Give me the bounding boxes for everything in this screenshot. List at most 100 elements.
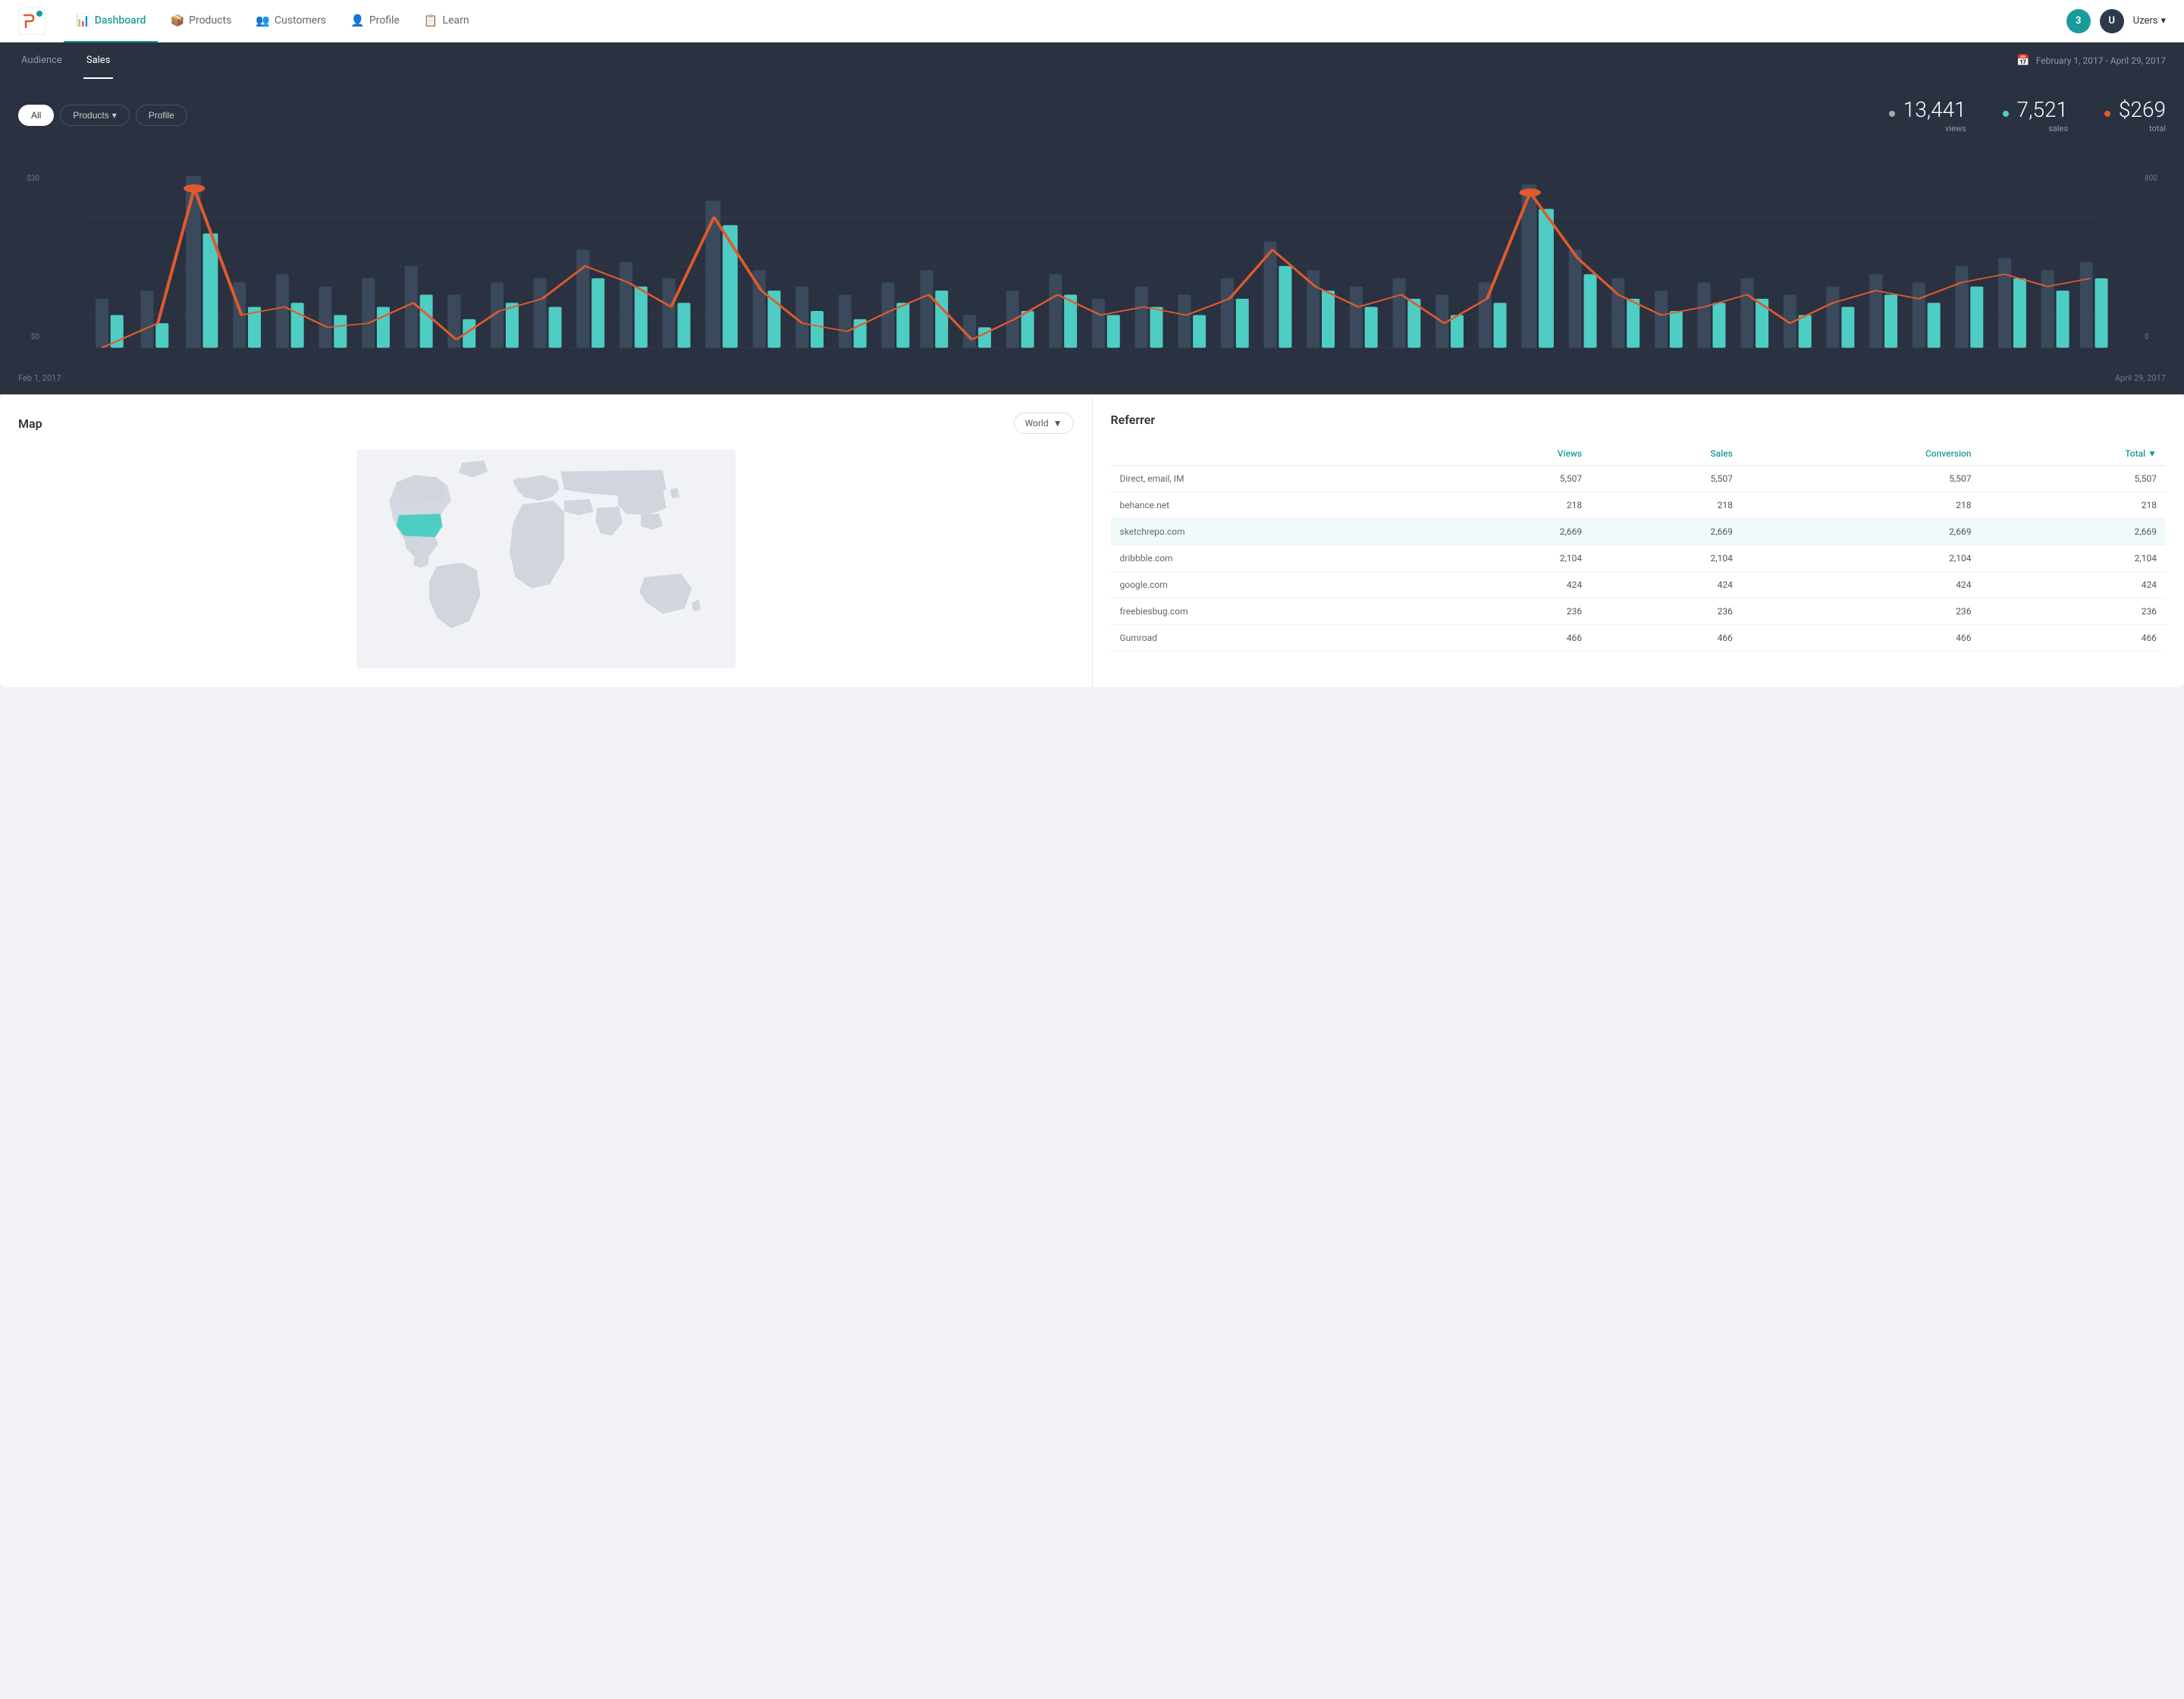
book-icon: 📋 — [424, 14, 438, 27]
stat-total: $269 total — [2104, 97, 2166, 133]
sales-value: 7,521 — [2003, 97, 2068, 122]
sales-dot — [2003, 111, 2009, 117]
table-row: dribbble.com2,1042,1042,1042,104 — [1111, 545, 2167, 572]
total-dot — [2104, 111, 2110, 117]
referrer-header: Referrer — [1111, 413, 2167, 427]
cell-source: freebiesbug.com — [1111, 598, 1432, 625]
cell-source: Direct, email, IM — [1111, 466, 1432, 492]
cell-conversion: 2,104 — [1742, 545, 1981, 572]
cell-views: 2,669 — [1432, 519, 1592, 545]
sub-nav-sales[interactable]: Sales — [83, 42, 114, 79]
cell-views: 466 — [1432, 625, 1592, 652]
chart-x-end: April 29, 2017 — [2115, 373, 2166, 383]
chart-x-start: Feb 1, 2017 — [18, 373, 61, 383]
referrer-table-body: Direct, email, IM5,5075,5075,5075,507beh… — [1111, 466, 2167, 652]
cell-total: 2,104 — [1981, 545, 2166, 572]
chevron-down-icon: ▼ — [1053, 418, 1062, 429]
referrer-section: Referrer Views Sales Conversion Total ▼ … — [1093, 394, 2184, 687]
users-icon: 👥 — [256, 14, 270, 27]
cell-total: 218 — [1981, 492, 2166, 519]
notification-badge[interactable]: 3 — [2066, 9, 2091, 33]
map-section: Map World ▼ — [0, 394, 1093, 687]
cell-conversion: 236 — [1742, 598, 1981, 625]
cell-views: 424 — [1432, 572, 1592, 598]
world-label: World — [1025, 418, 1049, 429]
bottom-section: Map World ▼ — [0, 394, 2184, 687]
sub-nav-audience[interactable]: Audience — [18, 42, 65, 79]
views-value: 13,441 — [1889, 97, 1966, 122]
world-map-svg — [356, 449, 736, 669]
stats-right: 13,441 views 7,521 sales $269 total — [1889, 97, 2166, 133]
y-label-top-left: $30 — [18, 174, 39, 183]
map-svg-container — [18, 449, 1074, 669]
total-label: total — [2104, 124, 2166, 133]
world-select[interactable]: World ▼ — [1014, 413, 1074, 434]
col-sales: Sales — [1591, 442, 1742, 466]
cell-total: 424 — [1981, 572, 2166, 598]
views-label: views — [1889, 124, 1966, 133]
user-icon: 👤 — [350, 14, 365, 27]
stat-sales: 7,521 sales — [2003, 97, 2068, 133]
cell-total: 466 — [1981, 625, 2166, 652]
dashboard: All Products ▾ Profile 13,441 views 7,52… — [0, 79, 2184, 394]
cell-views: 2,104 — [1432, 545, 1592, 572]
cell-views: 236 — [1432, 598, 1592, 625]
chart-peak-dot-2 — [1520, 188, 1541, 196]
referrer-table-head: Views Sales Conversion Total ▼ — [1111, 442, 2167, 466]
cell-sales: 5,507 — [1591, 466, 1742, 492]
filter-all[interactable]: All — [18, 105, 54, 126]
cell-total: 2,669 — [1981, 519, 2166, 545]
nav-profile[interactable]: 👤 Profile — [338, 0, 412, 42]
filter-products[interactable]: Products ▾ — [60, 105, 129, 126]
user-dropdown[interactable]: Uzers ▾ — [2133, 15, 2166, 27]
sub-nav-right: 📅 February 1, 2017 - April 29, 2017 — [2016, 55, 2166, 67]
cell-source: google.com — [1111, 572, 1432, 598]
cell-source: sketchrepo.com — [1111, 519, 1432, 545]
nav-products[interactable]: 📦 Products — [158, 0, 243, 42]
table-row: Gumroad466466466466 — [1111, 625, 2167, 652]
stat-views: 13,441 views — [1889, 97, 1966, 133]
cell-views: 218 — [1432, 492, 1592, 519]
cell-views: 5,507 — [1432, 466, 1592, 492]
sales-label: sales — [2003, 124, 2068, 133]
logo — [18, 8, 46, 35]
referrer-header-row: Views Sales Conversion Total ▼ — [1111, 442, 2167, 466]
cell-conversion: 2,669 — [1742, 519, 1981, 545]
y-label-bottom-right: 0 — [2145, 333, 2166, 341]
cell-conversion: 5,507 — [1742, 466, 1981, 492]
sub-nav-left: Audience Sales — [18, 42, 113, 79]
map-title: Map — [18, 416, 42, 431]
cell-source: behance.net — [1111, 492, 1432, 519]
referrer-title: Referrer — [1111, 413, 1156, 427]
col-source — [1111, 442, 1432, 466]
date-range: February 1, 2017 - April 29, 2017 — [2036, 55, 2166, 66]
col-conversion: Conversion — [1742, 442, 1981, 466]
filter-profile[interactable]: Profile — [136, 105, 187, 126]
cell-total: 5,507 — [1981, 466, 2166, 492]
map-header: Map World ▼ — [18, 413, 1074, 434]
nav-dashboard[interactable]: 📊 Dashboard — [64, 0, 158, 42]
chevron-down-icon: ▾ — [2160, 15, 2166, 27]
calendar-icon: 📅 — [2016, 55, 2029, 67]
sub-nav: Audience Sales 📅 February 1, 2017 - Apri… — [0, 42, 2184, 79]
nav-customers[interactable]: 👥 Customers — [243, 0, 338, 42]
cell-conversion: 424 — [1742, 572, 1981, 598]
chart-x-labels: Feb 1, 2017 April 29, 2017 — [18, 373, 2166, 383]
col-total[interactable]: Total ▼ — [1981, 442, 2166, 466]
user-name: Uzers — [2133, 15, 2158, 27]
cell-sales: 424 — [1591, 572, 1742, 598]
table-row: google.com424424424424 — [1111, 572, 2167, 598]
nav-learn[interactable]: 📋 Learn — [412, 0, 482, 42]
cell-conversion: 218 — [1742, 492, 1981, 519]
cell-sales: 236 — [1591, 598, 1742, 625]
filter-buttons: All Products ▾ Profile — [18, 105, 187, 126]
stats-bar: All Products ▾ Profile 13,441 views 7,52… — [18, 97, 2166, 133]
avatar: U — [2100, 9, 2124, 33]
table-row: behance.net218218218218 — [1111, 492, 2167, 519]
cell-conversion: 466 — [1742, 625, 1981, 652]
cell-sales: 218 — [1591, 492, 1742, 519]
views-dot — [1889, 111, 1895, 117]
cell-total: 236 — [1981, 598, 2166, 625]
main-nav: 📊 Dashboard 📦 Products 👥 Customers 👤 Pro… — [64, 0, 2066, 42]
chevron-down-icon: ▾ — [112, 110, 117, 121]
